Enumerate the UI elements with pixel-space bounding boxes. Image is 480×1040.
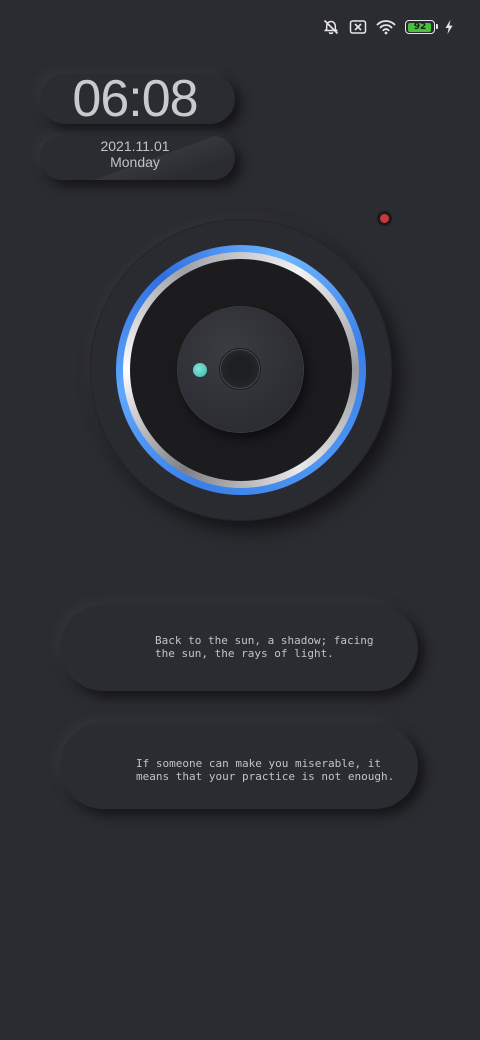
battery-percentage: 92 xyxy=(413,22,427,32)
quote-text-2: If someone can make you miserable, it me… xyxy=(136,757,395,783)
alarm-off-icon xyxy=(322,18,340,36)
clock-date: 2021.11.01 xyxy=(100,138,170,154)
camera-sensor-light xyxy=(193,363,207,377)
indicator-core xyxy=(380,214,389,223)
no-sim-icon xyxy=(349,19,367,35)
clock-weekday: Monday xyxy=(110,154,160,170)
status-bar: 92 xyxy=(322,16,454,38)
charging-bolt-icon xyxy=(444,19,454,35)
clock-time: 06:08 xyxy=(72,70,198,128)
recording-indicator xyxy=(377,211,392,226)
camera-center-aperture xyxy=(221,350,259,388)
battery-icon: 92 xyxy=(405,20,438,34)
date-block: 2021.11.01 Monday xyxy=(40,138,230,170)
wifi-icon xyxy=(376,19,396,35)
quote-text-1: Back to the sun, a shadow; facing the su… xyxy=(155,634,374,660)
